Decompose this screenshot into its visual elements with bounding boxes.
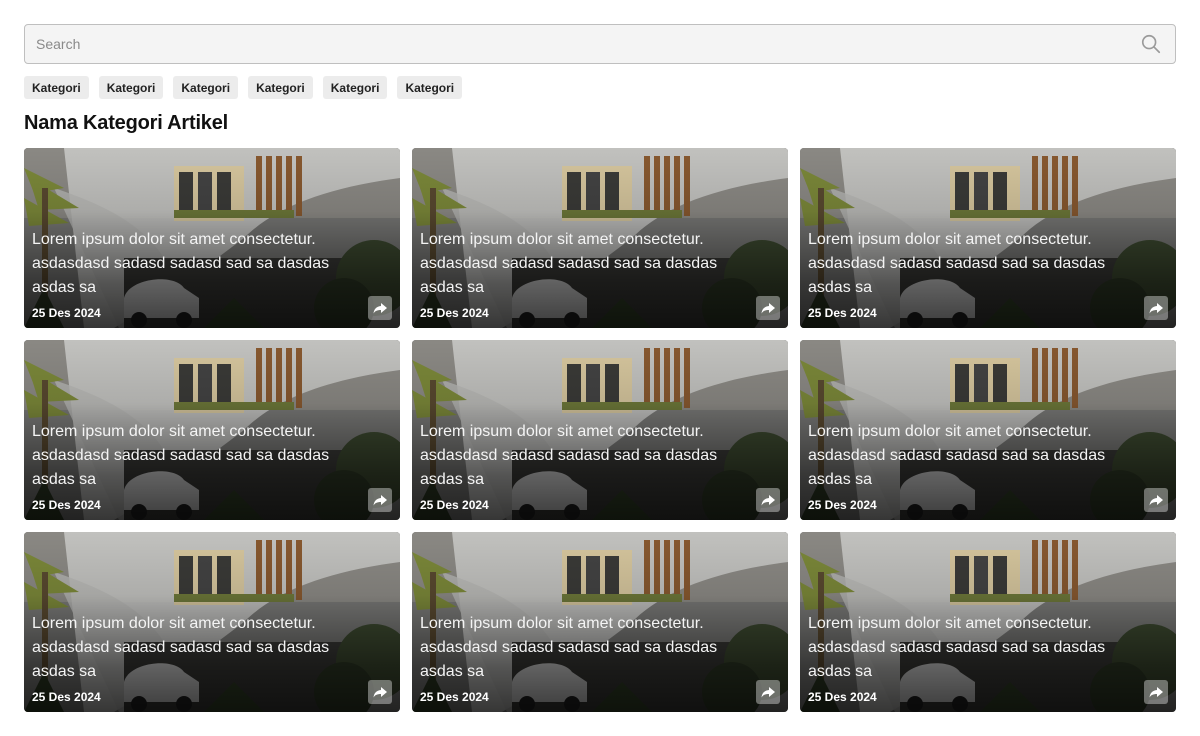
share-icon <box>373 495 387 506</box>
article-date: 25 Des 2024 <box>32 306 101 320</box>
share-button[interactable] <box>1144 296 1168 320</box>
category-chip[interactable]: Kategori <box>24 76 89 99</box>
share-icon <box>373 687 387 698</box>
share-icon <box>761 303 775 314</box>
section-title: Nama Kategori Artikel <box>24 112 229 134</box>
article-grid: Lorem ipsum dolor sit amet consectetur. … <box>24 148 1176 712</box>
share-icon <box>761 687 775 698</box>
article-date: 25 Des 2024 <box>420 306 489 320</box>
share-button[interactable] <box>368 296 392 320</box>
share-button[interactable] <box>756 488 780 512</box>
article-card[interactable]: Lorem ipsum dolor sit amet consectetur. … <box>412 532 788 712</box>
article-title: Lorem ipsum dolor sit amet consectetur. … <box>808 423 1106 488</box>
share-button[interactable] <box>1144 488 1168 512</box>
article-date: 25 Des 2024 <box>808 498 877 512</box>
category-chips: Kategori Kategori Kategori Kategori Kate… <box>24 76 463 99</box>
article-card[interactable]: Lorem ipsum dolor sit amet consectetur. … <box>24 340 400 520</box>
share-button[interactable] <box>368 680 392 704</box>
category-chip[interactable]: Kategori <box>397 76 463 99</box>
article-title: Lorem ipsum dolor sit amet consectetur. … <box>32 615 330 680</box>
share-icon <box>1149 687 1163 698</box>
share-icon <box>373 303 387 314</box>
article-title: Lorem ipsum dolor sit amet consectetur. … <box>420 231 718 296</box>
article-date: 25 Des 2024 <box>808 306 877 320</box>
article-title: Lorem ipsum dolor sit amet consectetur. … <box>420 423 718 488</box>
share-button[interactable] <box>368 488 392 512</box>
article-date: 25 Des 2024 <box>808 690 877 704</box>
category-chip[interactable]: Kategori <box>322 76 388 99</box>
search-input[interactable] <box>25 25 1140 63</box>
article-date: 25 Des 2024 <box>420 690 489 704</box>
article-title: Lorem ipsum dolor sit amet consectetur. … <box>808 615 1106 680</box>
page: Kategori Kategori Kategori Kategori Kate… <box>0 0 1200 736</box>
article-card[interactable]: Lorem ipsum dolor sit amet consectetur. … <box>412 148 788 328</box>
share-icon <box>761 495 775 506</box>
article-date: 25 Des 2024 <box>32 690 101 704</box>
search-icon[interactable] <box>1140 33 1162 55</box>
category-chip[interactable]: Kategori <box>248 76 313 99</box>
article-card[interactable]: Lorem ipsum dolor sit amet consectetur. … <box>800 532 1176 712</box>
article-card[interactable]: Lorem ipsum dolor sit amet consectetur. … <box>24 148 400 328</box>
category-chip[interactable]: Kategori <box>173 76 239 99</box>
article-title: Lorem ipsum dolor sit amet consectetur. … <box>808 231 1106 296</box>
share-icon <box>1149 303 1163 314</box>
share-button[interactable] <box>756 296 780 320</box>
category-chip[interactable]: Kategori <box>98 76 164 99</box>
article-card[interactable]: Lorem ipsum dolor sit amet consectetur. … <box>24 532 400 712</box>
article-title: Lorem ipsum dolor sit amet consectetur. … <box>420 615 718 680</box>
article-card[interactable]: Lorem ipsum dolor sit amet consectetur. … <box>800 340 1176 520</box>
article-card[interactable]: Lorem ipsum dolor sit amet consectetur. … <box>800 148 1176 328</box>
share-button[interactable] <box>756 680 780 704</box>
article-card[interactable]: Lorem ipsum dolor sit amet consectetur. … <box>412 340 788 520</box>
share-button[interactable] <box>1144 680 1168 704</box>
share-icon <box>1149 495 1163 506</box>
search-bar[interactable] <box>24 24 1176 64</box>
article-date: 25 Des 2024 <box>32 498 101 512</box>
article-date: 25 Des 2024 <box>420 498 489 512</box>
article-title: Lorem ipsum dolor sit amet consectetur. … <box>32 423 330 488</box>
article-title: Lorem ipsum dolor sit amet consectetur. … <box>32 231 330 296</box>
